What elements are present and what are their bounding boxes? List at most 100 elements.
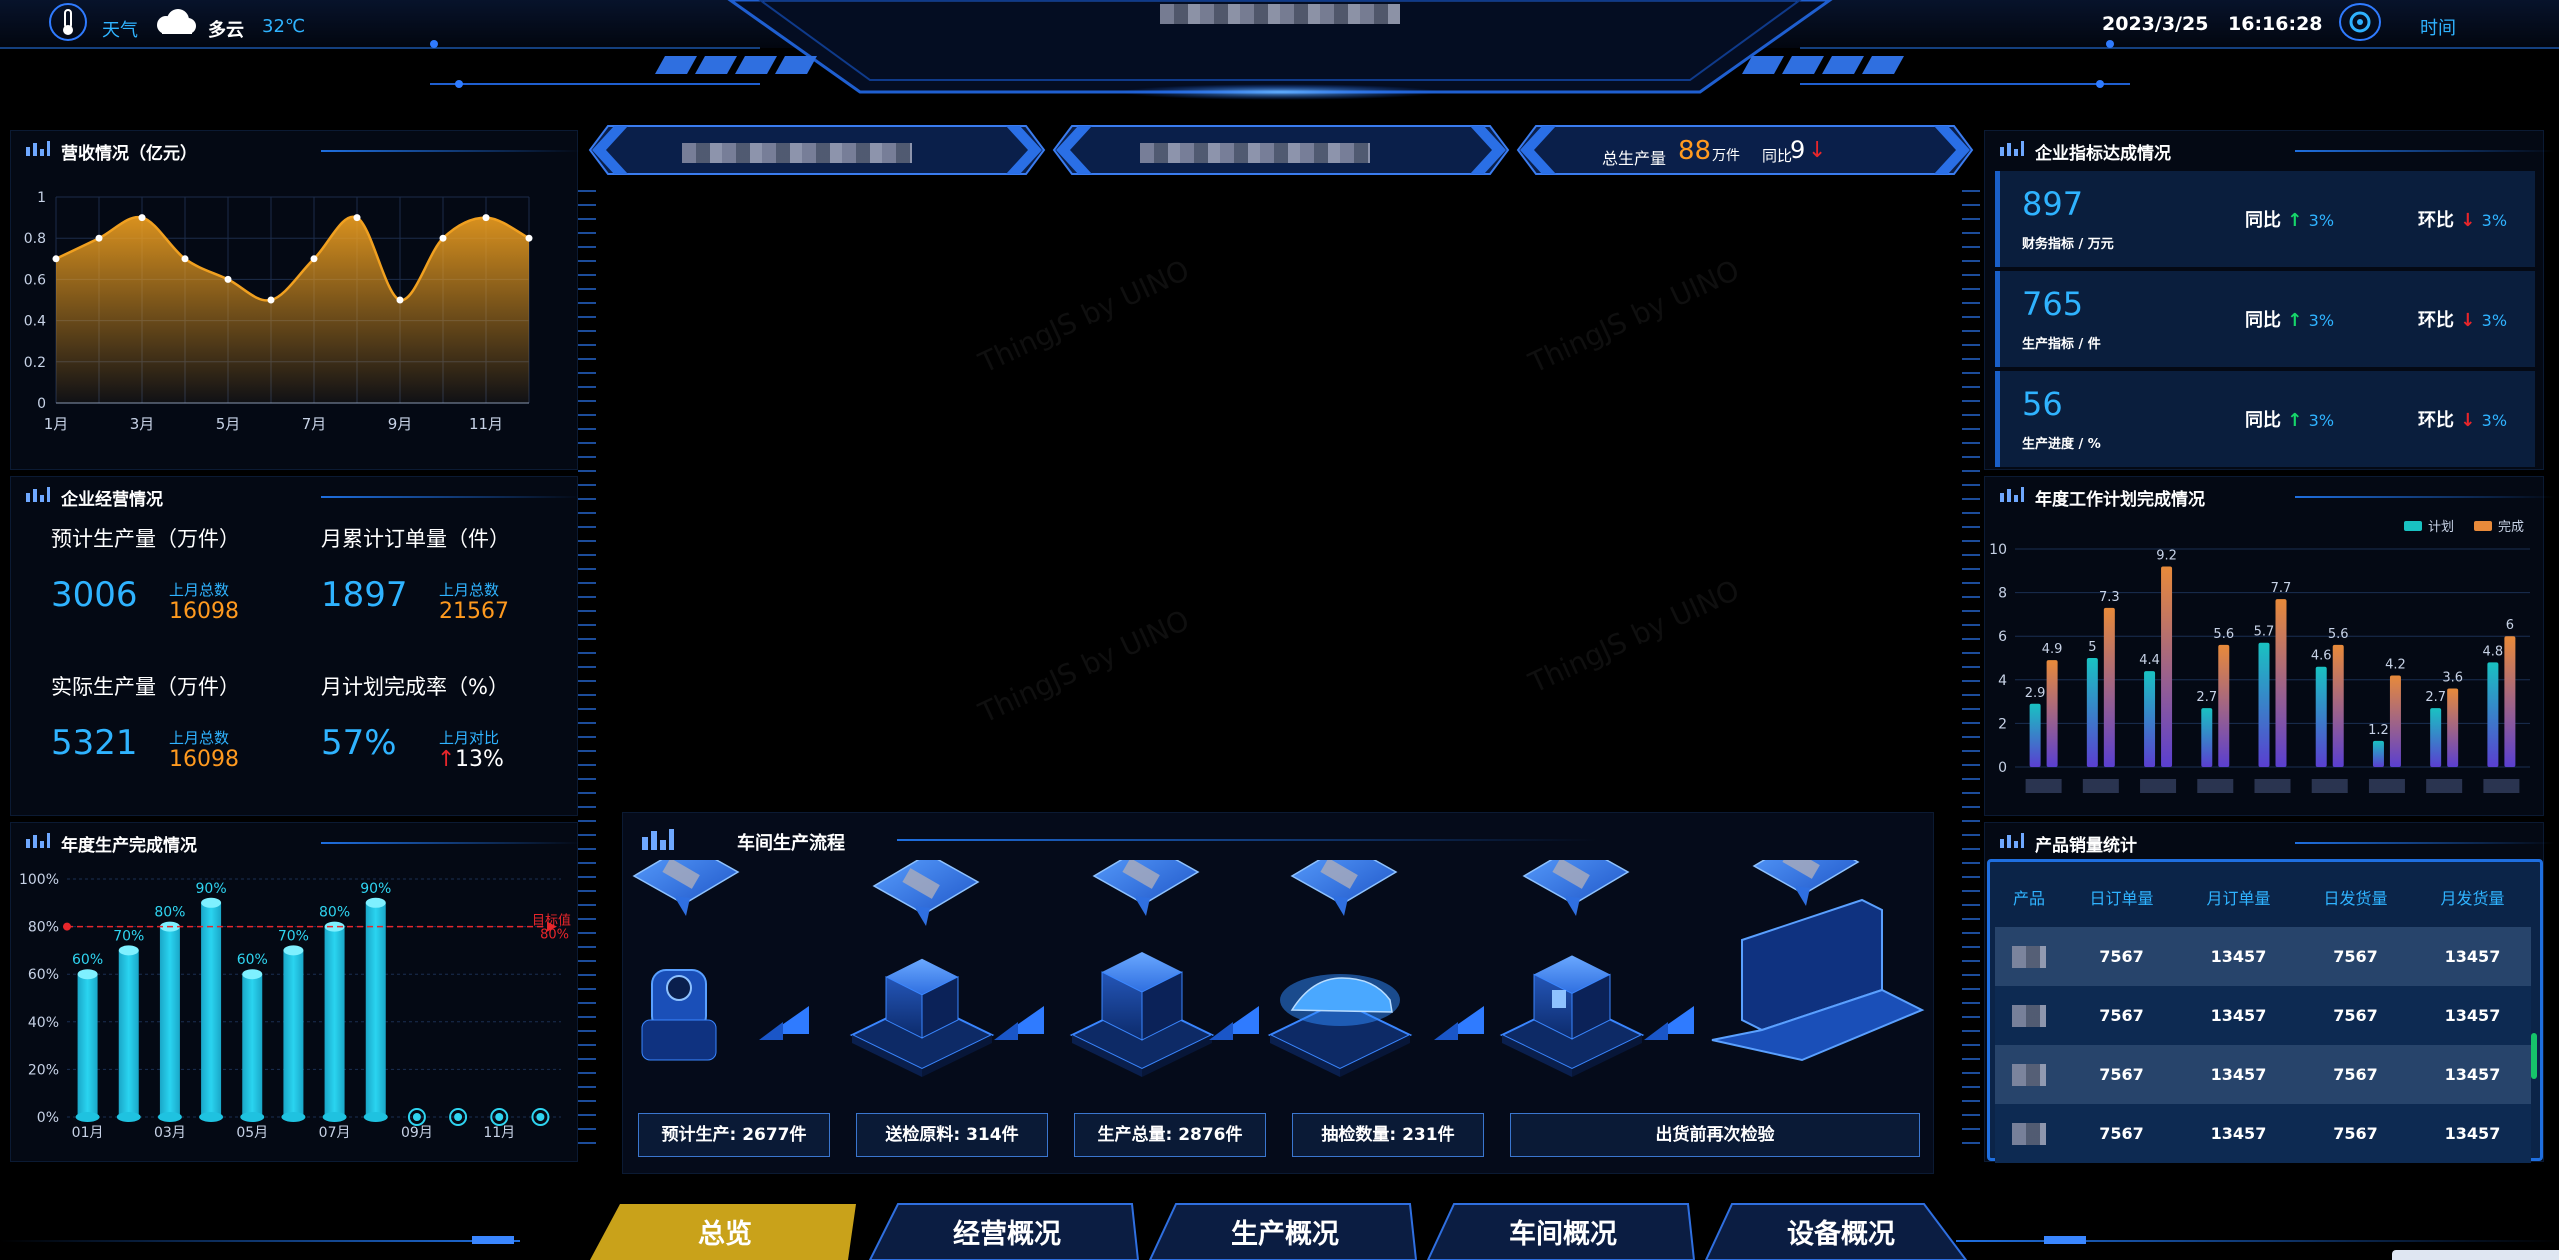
data-label: 2.9	[2025, 686, 2046, 701]
column-header: 日发货量	[2323, 889, 2388, 908]
y-tick-label: 4	[1998, 673, 2007, 689]
data-point	[353, 214, 361, 222]
bar-base	[240, 1112, 265, 1122]
annual-production-panel: 年度生产完成情况 0% 20% 40% 60% 80% 100% 60% 70% 80% 90% 6…	[10, 822, 581, 1162]
data-label: 7.3	[2099, 590, 2120, 605]
yoy-label: 同比	[2245, 310, 2281, 331]
category-label-redacted	[2368, 779, 2405, 793]
flow-arrow-icon	[759, 1022, 783, 1040]
flow-step-final-inspection[interactable]: 出货前再次检验	[1510, 1113, 1920, 1157]
flow-step-raw-material[interactable]: 送检原料: 314件	[856, 1113, 1048, 1157]
tab-business[interactable]: 经营概况	[874, 1205, 1140, 1260]
yoy-value: 3%	[2308, 311, 2335, 330]
bar	[118, 950, 139, 1117]
flow-step-sampling[interactable]: 抽检数量: 231件	[1292, 1113, 1484, 1157]
bar-base	[363, 1112, 388, 1122]
bar	[77, 974, 98, 1117]
product-cell	[1995, 927, 2063, 986]
revenue-chart: 00.20.40.60.811月 3月 5月 7月 9月 11月	[24, 190, 533, 433]
dashboard: 天气 多云 32℃ 2023/3/25 16:16:28 时间 总生产量 88 …	[0, 0, 2559, 1260]
legend-swatch	[2404, 521, 2422, 531]
kpi-label: 财务指标 / 万元	[2022, 237, 2114, 252]
clock-icon[interactable]	[2338, 2, 2382, 42]
message-tag-tail	[1332, 896, 1348, 916]
x-tick-label: 05月	[236, 1125, 268, 1141]
actual-production-value: 5321	[51, 723, 138, 763]
bar	[201, 902, 222, 1117]
table-row[interactable]: 7567 13457 7567 13457	[1995, 1104, 2531, 1163]
annual-production-chart: 0% 20% 40% 60% 80% 100% 60% 70% 80% 90% 60% 70% 80% 9…	[19, 872, 571, 1141]
product-cell	[1995, 1104, 2063, 1163]
robot-base	[641, 1019, 717, 1061]
data-label: 4.2	[2385, 657, 2406, 672]
up-arrow-icon: ↑	[2287, 410, 2303, 431]
x-tick-label: 7月	[302, 415, 327, 433]
kpi-card-progress[interactable]: 56 生产进度 / % 同比 ↑ 3% 环比 ↓ 3%	[1995, 371, 2535, 467]
mom-label: 环比	[2418, 410, 2454, 431]
table-scrollbar[interactable]	[2531, 1033, 2537, 1079]
work-plan-chart: 0 2 4 6 8 10 2.9 4.9 5 7.3 4.4 9.2 2.7 5.6 5.7 7.7 4.6 5.…	[1989, 520, 2530, 793]
bar-base	[199, 1112, 224, 1122]
bar-top	[77, 969, 98, 980]
flow-step-planned[interactable]: 预计生产: 2677件	[638, 1113, 830, 1157]
y-tick-label: 0.2	[24, 355, 46, 371]
bar	[2103, 607, 2115, 767]
kpi-yoy: 同比 ↑ 3%	[2245, 206, 2334, 232]
bar	[283, 950, 304, 1117]
tab-overview[interactable]: 总览	[600, 1205, 850, 1260]
completion-rate-sub-value: 13%	[455, 747, 504, 772]
banner-2-redacted	[1140, 143, 1370, 163]
bar	[2275, 599, 2287, 767]
data-label: 1.2	[2368, 723, 2389, 738]
table-cell: 7567	[2333, 1124, 2378, 1143]
y-tick-label: 0%	[37, 1110, 59, 1126]
x-tick-label: 01月	[72, 1125, 104, 1141]
tab-workshop[interactable]: 车间概况	[1430, 1205, 1696, 1260]
kpi-card-finance[interactable]: 897 财务指标 / 万元 同比 ↑ 3% 环比 ↓ 3%	[1995, 171, 2535, 267]
data-label: 9.2	[2156, 548, 2177, 563]
kpi-yoy: 同比 ↑ 3%	[2245, 306, 2334, 332]
product-name-redacted	[2012, 1122, 2046, 1145]
table-cell: 7567	[2333, 1065, 2378, 1084]
mom-label: 环比	[2418, 310, 2454, 331]
table-row[interactable]: 7567 13457 7567 13457	[1995, 1045, 2531, 1104]
data-point	[181, 255, 189, 263]
total-production-yoy-value: 9	[1790, 136, 1806, 164]
planned-production-sub-label: 上月总数	[169, 581, 230, 599]
empty-bar-dot	[536, 1113, 545, 1121]
chart-icon	[2000, 833, 2024, 848]
total-production-unit: 万件	[1712, 148, 1740, 164]
kpi-card-production[interactable]: 765 生产指标 / 件 同比 ↑ 3% 环比 ↓ 3%	[1995, 271, 2535, 367]
planned-production-value: 3006	[51, 575, 138, 615]
bar-base	[116, 1112, 141, 1122]
monthly-orders-sub-value: 21567	[439, 599, 509, 624]
bar	[2315, 666, 2327, 767]
bar	[2504, 636, 2516, 767]
y-tick-label: 2	[1998, 716, 2007, 732]
bar	[2029, 703, 2041, 767]
sales-panel: 产品销量统计 产品 日订单量 月订单量 日发货量 月发货量 7567 13457…	[1984, 822, 2555, 1163]
bar	[2372, 740, 2384, 767]
table-row[interactable]: 7567 13457 7567 13457	[1995, 927, 2531, 986]
revenue-panel: 营收情况（亿元） 0 0.2 0.4 0.6 0.8 1 1月 3月 5月 7月 9月 11月	[10, 130, 581, 470]
mom-value: 3%	[2481, 311, 2508, 330]
bottom-nav-line-left	[0, 1240, 520, 1242]
flow-step-total-production[interactable]: 生产总量: 2876件	[1074, 1113, 1266, 1157]
y-tick-label: 6	[1998, 629, 2007, 645]
bar	[2046, 660, 2058, 767]
tab-equipment[interactable]: 设备概况	[1708, 1205, 1974, 1260]
weather-condition: 多云	[208, 20, 244, 41]
bar-base	[157, 1112, 182, 1122]
bar	[2389, 675, 2401, 767]
actual-production-sub-label: 上月总数	[169, 729, 230, 747]
data-label: 90%	[196, 881, 227, 897]
table-row[interactable]: 7567 13457 7567 13457	[1995, 986, 2531, 1045]
category-label-redacted	[2025, 779, 2062, 793]
watermark: ThingJS by UINO	[973, 603, 1195, 730]
kpi-mom: 环比 ↓ 3%	[2418, 206, 2507, 232]
data-label: 4.4	[2139, 653, 2160, 668]
up-arrow-icon: ↑	[2287, 310, 2303, 331]
tab-production[interactable]: 生产概况	[1152, 1205, 1418, 1260]
bar	[2332, 644, 2344, 767]
data-label: 5.7	[2254, 625, 2275, 640]
